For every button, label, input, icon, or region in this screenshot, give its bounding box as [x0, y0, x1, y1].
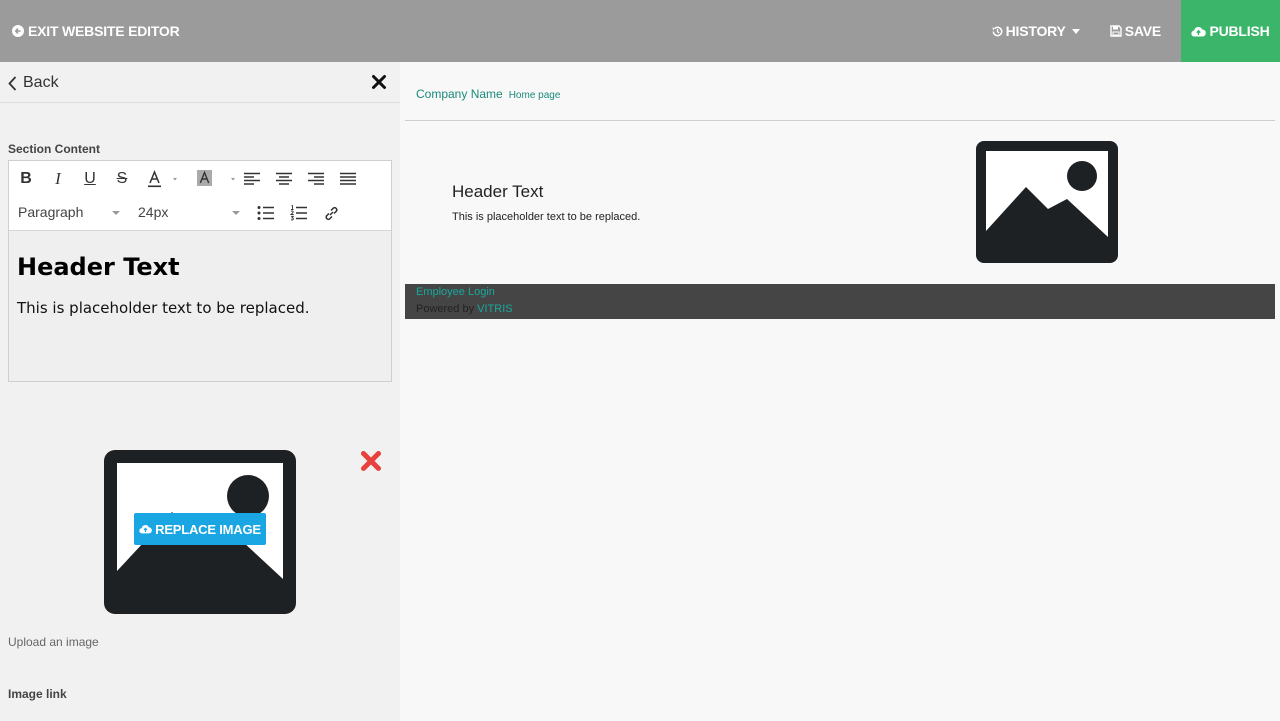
back-button[interactable]: Back [8, 74, 59, 92]
justify-button[interactable] [339, 169, 357, 189]
replace-image-label: REPLACE IMAGE [155, 521, 261, 537]
remove-image-icon[interactable] [360, 450, 382, 477]
employee-login-link[interactable]: Employee Login [416, 286, 495, 298]
exit-editor-label: EXIT WEBSITE EDITOR [28, 23, 180, 39]
align-left-button[interactable] [243, 169, 261, 189]
editor-toolbar: B I U S Paragraph 24px [9, 161, 391, 231]
save-button[interactable]: SAVE [1110, 0, 1181, 62]
image-link-label: Image link [8, 687, 67, 701]
history-label: HISTORY [1005, 23, 1066, 39]
powered-prefix: Powered by [416, 303, 478, 315]
align-center-icon [276, 172, 292, 185]
text-color-icon [148, 170, 177, 188]
site-footer: Employee Login Powered by VITRIS [405, 284, 1275, 319]
justify-icon [340, 172, 356, 185]
editor-content-area[interactable]: Header Text This is placeholder text to … [9, 231, 391, 381]
top-actions: HISTORY SAVE PUBLISH [991, 0, 1280, 62]
home-page-link[interactable]: Home page [509, 90, 561, 101]
cloud-upload-icon [139, 525, 152, 534]
save-disk-icon [1110, 25, 1122, 37]
background-color-button[interactable] [195, 168, 235, 190]
numbered-list-icon [290, 205, 307, 221]
link-icon [324, 206, 338, 220]
bullet-list-button[interactable] [257, 203, 275, 223]
insert-link-button[interactable] [322, 203, 340, 223]
editor-paragraph: This is placeholder text to be replaced. [17, 299, 310, 317]
block-format-value: Paragraph [18, 204, 84, 220]
align-right-button[interactable] [307, 169, 325, 189]
align-left-icon [244, 172, 260, 185]
image-placeholder-icon [976, 141, 1118, 263]
editor-heading: Header Text [17, 253, 180, 281]
preview-header-text: Header Text [452, 182, 544, 201]
cloud-upload-icon [1191, 26, 1207, 37]
font-size-value: 24px [138, 204, 169, 220]
align-right-icon [308, 172, 324, 185]
bullet-list-icon [257, 206, 274, 220]
bold-button[interactable]: B [18, 168, 34, 190]
block-format-select[interactable]: Paragraph [18, 204, 122, 224]
chevron-down-icon [232, 211, 240, 215]
italic-button[interactable]: I [50, 168, 66, 190]
vitris-link[interactable]: VITRIS [477, 303, 512, 315]
history-dropdown[interactable]: HISTORY [991, 0, 1110, 62]
section-content-label: Section Content [8, 142, 100, 156]
top-bar: EXIT WEBSITE EDITOR HISTORY SAVE PUBLISH [0, 0, 1280, 62]
strikethrough-button[interactable]: S [114, 168, 130, 190]
replace-image-button[interactable]: REPLACE IMAGE [134, 513, 266, 545]
chevron-down-icon [112, 211, 120, 215]
text-color-button[interactable] [145, 168, 185, 190]
history-icon [992, 26, 1003, 36]
exit-editor-button[interactable]: EXIT WEBSITE EDITOR [12, 0, 180, 62]
nav-divider [405, 120, 1275, 121]
rich-text-editor: B I U S Paragraph 24px Header Text This … [8, 160, 392, 382]
exit-arrow-icon [12, 25, 24, 37]
site-nav: Company Name Home page [416, 87, 560, 101]
panel-header: Back [0, 62, 400, 103]
chevron-down-icon [1071, 28, 1080, 34]
preview-body-text: This is placeholder text to be replaced. [452, 211, 641, 223]
company-name-link[interactable]: Company Name [416, 87, 503, 101]
close-icon[interactable] [371, 74, 387, 95]
save-label: SAVE [1124, 23, 1161, 39]
numbered-list-button[interactable] [290, 203, 308, 223]
publish-label: PUBLISH [1209, 23, 1270, 39]
publish-button[interactable]: PUBLISH [1181, 0, 1280, 62]
back-label: Back [23, 74, 59, 91]
align-center-button[interactable] [275, 169, 293, 189]
powered-by-text: Powered by VITRIS [416, 303, 513, 315]
underline-button[interactable]: U [82, 168, 98, 190]
upload-image-label: Upload an image [8, 635, 99, 649]
site-preview: Company Name Home page Header Text This … [400, 62, 1280, 721]
font-size-select[interactable]: 24px [138, 204, 242, 224]
highlight-color-icon [197, 170, 235, 186]
editor-side-panel: Back Section Content B I U S Paragraph 2… [0, 62, 400, 721]
chevron-left-icon [8, 75, 17, 91]
